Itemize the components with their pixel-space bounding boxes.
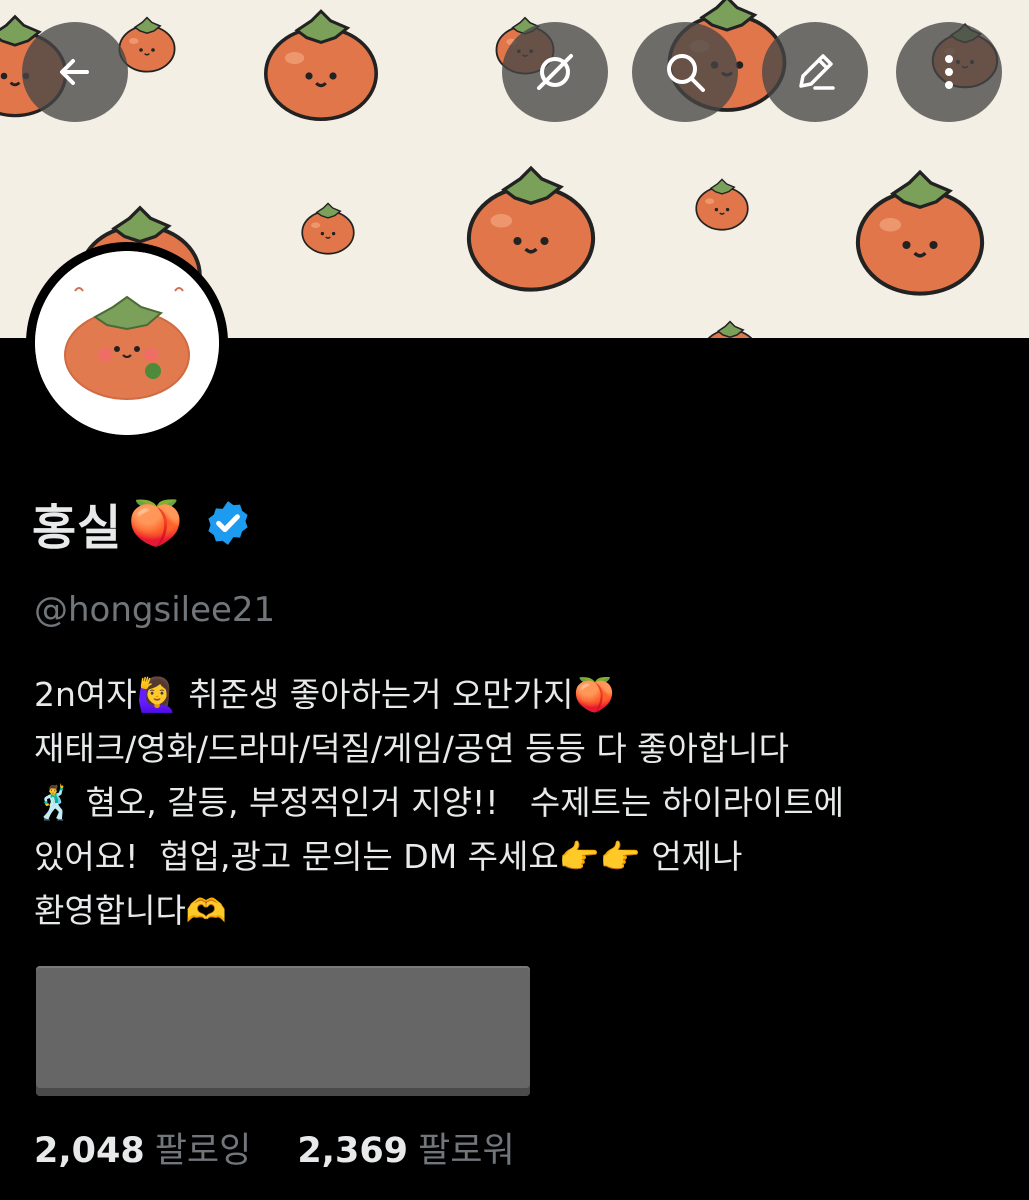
bio-line: 🕺 혐오, 갈등, 부정적인거 지양!! 수제트는 하이라이트에 <box>34 783 845 822</box>
more-options-button[interactable] <box>896 22 1002 122</box>
search-button[interactable] <box>632 22 738 122</box>
name-emoji: 🍑 <box>128 498 184 549</box>
grok-slash-icon <box>537 54 573 90</box>
persimmon-illustration <box>452 160 610 295</box>
followers-label: 팔로워 <box>418 1131 515 1171</box>
followers-count: 2,369 <box>297 1131 409 1171</box>
persimmon-illustration <box>701 320 759 338</box>
grok-button[interactable] <box>502 22 608 122</box>
redacted-block <box>36 966 530 1096</box>
bio-line: 있어요! 협업,광고 문의는 DM 주세요👉👉 언제나 <box>34 837 743 876</box>
persimmon-illustration <box>301 202 355 255</box>
following-stat[interactable]: 2,048 팔로잉 <box>34 1122 251 1173</box>
user-handle: @hongsilee21 <box>34 590 276 630</box>
back-button[interactable] <box>22 22 128 122</box>
display-name-row: 홍실 🍑 <box>32 488 253 558</box>
edit-button[interactable] <box>762 22 868 122</box>
following-count: 2,048 <box>34 1131 145 1171</box>
more-vertical-icon <box>945 55 953 89</box>
persimmon-avatar-icon <box>35 251 219 435</box>
display-name: 홍실 <box>32 500 123 556</box>
bio-line: 재태크/영화/드라마/덕질/게임/공연 등등 다 좋아합니다 <box>34 729 789 768</box>
search-icon <box>667 54 705 92</box>
follow-stats: 2,048 팔로잉 2,369 팔로워 <box>34 1122 515 1173</box>
persimmon-illustration <box>695 178 749 231</box>
avatar-image <box>35 251 219 435</box>
following-label: 팔로잉 <box>154 1131 252 1171</box>
avatar[interactable] <box>26 242 228 444</box>
edit-pencil-icon <box>799 54 835 90</box>
bio-line: 환영합니다🫶 <box>34 891 227 930</box>
persimmon-illustration <box>263 9 379 121</box>
verified-badge-icon[interactable] <box>203 498 253 548</box>
followers-stat[interactable]: 2,369 팔로워 <box>297 1122 514 1173</box>
bio: 2n여자🙋‍♀️ 취준생 좋아하는거 오만가지🍑 재태크/영화/드라마/덕질/게… <box>34 668 994 938</box>
back-arrow-icon <box>60 59 89 85</box>
persimmon-illustration <box>840 164 1000 299</box>
bio-line: 2n여자🙋‍♀️ 취준생 좋아하는거 오만가지🍑 <box>34 675 615 714</box>
